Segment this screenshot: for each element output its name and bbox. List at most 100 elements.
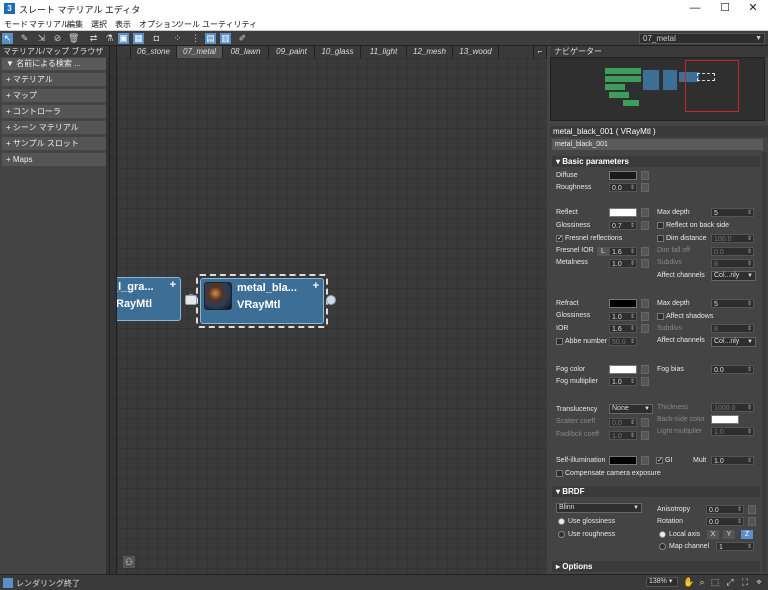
category-maps-custom[interactable]: + Maps	[2, 153, 107, 166]
abbe-checkbox[interactable]	[556, 338, 563, 345]
material-browser-toggle-icon[interactable]: ▤	[205, 33, 216, 44]
node-left-material[interactable]: _l_gra... RayMtl +	[117, 277, 181, 321]
menu-mode[interactable]: モード	[4, 19, 28, 30]
menu-tools[interactable]: ツール	[176, 19, 200, 30]
tab-09-paint[interactable]: 09_paint	[269, 46, 315, 58]
abbe-spinner[interactable]: 50.0 ⇕	[609, 337, 637, 346]
fresnel-checkbox[interactable]: ✓	[556, 235, 563, 242]
category-sample-slots[interactable]: + サンプル スロット	[2, 137, 107, 150]
use-roughness-radio[interactable]	[558, 531, 565, 538]
select-tool-icon[interactable]: ↖	[2, 33, 13, 44]
tab-10-glass[interactable]: 10_glass	[315, 46, 361, 58]
zoom-icon[interactable]: ⌕	[697, 577, 707, 587]
reflect-map-button[interactable]	[641, 208, 649, 217]
refract-glossiness-map-button[interactable]	[641, 312, 649, 321]
fwd-bck-spinner[interactable]: 1.0 ⇕	[609, 431, 637, 440]
properties-scrollbar[interactable]	[762, 152, 767, 572]
refract-affect-channels-dropdown[interactable]: Col...nly ▼	[711, 337, 756, 347]
refract-color-swatch[interactable]	[609, 299, 637, 308]
tab-menu-icon[interactable]: ⌐	[533, 46, 547, 58]
fog-multiplier-map-button[interactable]	[641, 377, 649, 386]
zoom-region-icon[interactable]: ⬚	[710, 577, 720, 587]
use-glossiness-radio[interactable]	[558, 518, 565, 525]
metalness-spinner[interactable]: 1.0 ⇕	[609, 259, 637, 268]
delete-icon[interactable]: 🗑	[68, 33, 79, 44]
tab-scroll-left[interactable]	[117, 46, 131, 58]
options-rollout[interactable]: ▸ Options	[552, 561, 760, 572]
axis-y-button[interactable]: Y	[723, 530, 735, 539]
ior-map-button[interactable]	[641, 324, 649, 333]
translucency-dropdown[interactable]: None ▼	[609, 404, 653, 414]
background-icon[interactable]: ▦	[133, 33, 144, 44]
self-illumination-map-button[interactable]	[641, 456, 649, 465]
subdivs-spinner[interactable]: 8 ⇕	[711, 259, 754, 268]
close-button[interactable]: ✕	[738, 0, 768, 17]
zoom-dropdown[interactable]: 138% ▾	[646, 577, 678, 587]
brdf-rollout[interactable]: ▾ BRDF	[552, 486, 760, 497]
glossiness-spinner[interactable]: 0.7 ⇕	[609, 221, 637, 230]
thickness-spinner[interactable]: 1000.0 ⇕	[711, 403, 754, 412]
plus-icon[interactable]: +	[313, 280, 319, 292]
axis-z-button[interactable]: Z	[741, 530, 753, 539]
glossiness-map-button[interactable]	[641, 221, 649, 230]
scatter-spinner[interactable]: 0.0 ⇕	[609, 418, 637, 427]
parameter-editor-toggle-icon[interactable]: ▥	[220, 33, 231, 44]
menu-select[interactable]: 選択	[91, 19, 107, 30]
view-selector-dropdown[interactable]: 07_metal ▼	[639, 33, 765, 44]
tab-11-light[interactable]: 11_light	[361, 46, 407, 58]
fresnel-ior-spinner[interactable]: 1.6 ⇕	[609, 247, 637, 256]
self-illumination-swatch[interactable]	[609, 456, 637, 465]
dim-distance-checkbox[interactable]	[657, 235, 664, 242]
pan-to-selected-icon[interactable]: ⌖	[754, 577, 764, 587]
dim-distance-spinner[interactable]: 100.0 ⇕	[711, 234, 754, 243]
rotation-map-button[interactable]	[748, 517, 756, 526]
diffuse-color-swatch[interactable]	[609, 171, 637, 180]
max-depth-spinner[interactable]: 5 ⇕	[711, 208, 754, 217]
diffuse-map-button[interactable]	[641, 171, 649, 180]
material-id-icon[interactable]: ⚗	[104, 33, 115, 44]
menu-options[interactable]: オプション	[139, 19, 179, 30]
move-children-icon[interactable]: ⇄	[88, 33, 99, 44]
minimize-button[interactable]: —	[680, 0, 710, 17]
refract-subdivs-spinner[interactable]: 8 ⇕	[711, 324, 754, 333]
tab-07-metal[interactable]: 07_metal	[177, 46, 223, 58]
gi-checkbox[interactable]: ✓	[656, 457, 663, 464]
reflect-back-checkbox[interactable]	[657, 222, 664, 229]
node-selected-material[interactable]: metal_bla... VRayMtl +	[200, 278, 324, 324]
menu-utilities[interactable]: ユーティリティ	[202, 19, 257, 30]
tab-06-stone[interactable]: 06_stone	[131, 46, 177, 58]
pan-icon[interactable]: ✋	[683, 577, 694, 587]
canvas-splitter[interactable]	[110, 46, 117, 574]
select-by-material-icon[interactable]: ✐	[237, 33, 248, 44]
basic-parameters-rollout[interactable]: ▾ Basic parameters	[552, 156, 760, 167]
node-selected-output-port[interactable]	[326, 295, 336, 305]
reset-icon[interactable]: ⊘	[52, 33, 63, 44]
layout-children-icon[interactable]: ⋮	[190, 33, 201, 44]
axis-x-button[interactable]: X	[707, 530, 719, 539]
zoom-selected-icon[interactable]: ⛶	[740, 577, 750, 587]
sample-type-icon[interactable]: ◘	[151, 33, 162, 44]
menu-view[interactable]: 表示	[115, 19, 131, 30]
browser-scrollbar[interactable]	[106, 57, 109, 574]
layout-all-icon[interactable]: ⁘	[172, 33, 183, 44]
category-scene-materials[interactable]: + シーン マテリアル	[2, 121, 107, 134]
local-axis-radio[interactable]	[659, 531, 666, 538]
brdf-type-dropdown[interactable]: Blinn ▼	[556, 503, 642, 513]
zoom-extents-icon[interactable]: ⤢	[725, 577, 735, 587]
refract-map-button[interactable]	[641, 299, 649, 308]
category-materials[interactable]: + マテリアル	[2, 73, 107, 86]
anisotropy-map-button[interactable]	[748, 505, 756, 514]
menu-material[interactable]: マテリアル	[29, 19, 69, 30]
reflect-color-swatch[interactable]	[609, 208, 637, 217]
menu-edit[interactable]: 編集	[67, 19, 83, 30]
ior-spinner[interactable]: 1.6 ⇕	[609, 324, 637, 333]
show-map-icon[interactable]: ▣	[118, 33, 129, 44]
affect-shadows-checkbox[interactable]	[657, 313, 664, 320]
roughness-map-button[interactable]	[641, 183, 649, 192]
refract-max-depth-spinner[interactable]: 5 ⇕	[711, 299, 754, 308]
roughness-spinner[interactable]: 0.0 ⇕	[609, 183, 637, 192]
affect-channels-dropdown[interactable]: Col...nly ▼	[711, 271, 756, 281]
tab-08-lawn[interactable]: 08_lawn	[223, 46, 269, 58]
refract-glossiness-spinner[interactable]: 1.0 ⇕	[609, 312, 637, 321]
scatter-map-button[interactable]	[641, 418, 649, 427]
